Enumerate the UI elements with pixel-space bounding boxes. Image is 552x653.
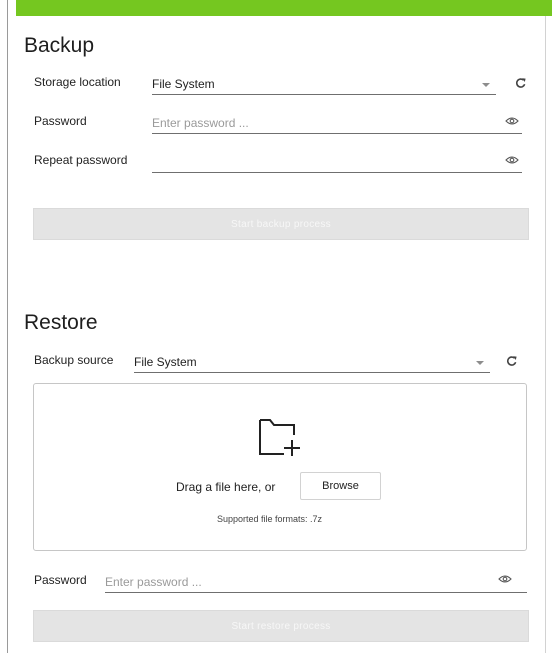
eye-icon [498,575,512,583]
chevron-down-icon [476,361,484,365]
start-backup-button[interactable]: Start backup process [33,208,529,240]
file-drop-zone[interactable] [33,383,527,551]
toggle-restore-password-visibility-button[interactable] [496,570,514,588]
storage-location-select[interactable]: File System [152,72,496,95]
supported-formats-text: Supported file formats: .7z [217,514,323,524]
start-restore-button[interactable]: Start restore process [33,610,529,642]
folder-plus-icon [259,419,300,456]
storage-location-label: Storage location [34,75,121,89]
restore-password-input[interactable]: Enter password ... [105,570,527,593]
repeat-password-input[interactable] [152,150,522,173]
toggle-password-visibility-button[interactable] [503,112,521,130]
restore-title: Restore [24,311,98,334]
backup-source-value: File System [134,355,197,369]
drag-file-text: Drag a file here, or [176,480,276,494]
frame-right-border [545,0,546,653]
password-label: Password [34,114,87,128]
restore-password-placeholder: Enter password ... [105,575,202,589]
repeat-password-label: Repeat password [34,153,128,167]
chevron-down-icon [482,83,490,87]
toggle-repeat-password-visibility-button[interactable] [503,151,521,169]
restore-password-label: Password [34,573,87,587]
frame-left-border [7,0,8,653]
refresh-icon [506,356,517,366]
storage-location-value: File System [152,77,215,91]
backup-source-select[interactable]: File System [134,350,490,373]
browse-button[interactable]: Browse [300,472,381,500]
backup-title: Backup [24,34,95,57]
refresh-storage-button[interactable] [512,74,530,92]
refresh-icon [515,78,526,88]
backup-password-placeholder: Enter password ... [152,116,249,130]
refresh-source-button[interactable] [503,352,521,370]
backup-source-label: Backup source [34,353,114,367]
eye-icon [505,156,519,164]
eye-icon [505,117,519,125]
backup-password-input[interactable]: Enter password ... [152,111,522,134]
accent-bar [16,0,552,16]
